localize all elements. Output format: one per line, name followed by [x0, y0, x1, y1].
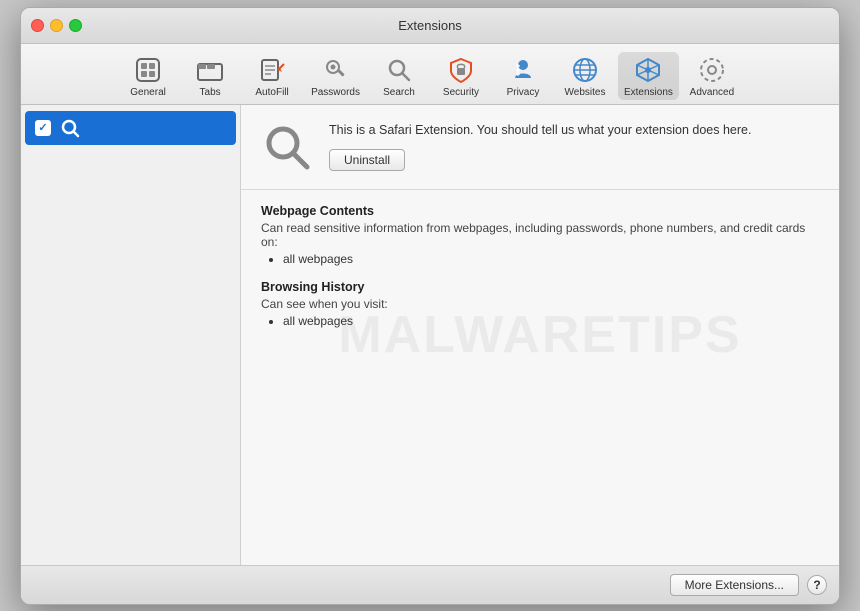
toolbar: General Tabs	[21, 44, 839, 105]
sidebar: ✓	[21, 105, 241, 565]
extension-header: This is a Safari Extension. You should t…	[241, 105, 839, 190]
close-button[interactable]	[31, 19, 44, 32]
permission-webpage-item: all webpages	[283, 252, 819, 266]
permission-history-list: all webpages	[261, 314, 819, 328]
extensions-icon	[632, 54, 664, 86]
extension-enabled-checkbox[interactable]: ✓	[35, 120, 51, 136]
websites-label: Websites	[565, 87, 606, 98]
toolbar-websites[interactable]: Websites	[556, 52, 614, 100]
passwords-label: Passwords	[311, 87, 360, 98]
toolbar-passwords[interactable]: Passwords	[305, 52, 366, 100]
titlebar: Extensions	[21, 8, 839, 44]
permission-history-title: Browsing History	[261, 280, 819, 294]
traffic-lights	[31, 19, 82, 32]
security-icon	[445, 54, 477, 86]
toolbar-security[interactable]: Security	[432, 52, 490, 100]
toolbar-items: General Tabs	[21, 52, 839, 100]
toolbar-tabs[interactable]: Tabs	[181, 52, 239, 100]
toolbar-search[interactable]: Search	[370, 52, 428, 100]
minimize-button[interactable]	[50, 19, 63, 32]
permission-webpage-list: all webpages	[261, 252, 819, 266]
maximize-button[interactable]	[69, 19, 82, 32]
permission-webpage-desc: Can read sensitive information from webp…	[261, 221, 819, 249]
toolbar-advanced[interactable]: Advanced	[683, 52, 741, 100]
toolbar-extensions[interactable]: Extensions	[618, 52, 679, 100]
window-title: Extensions	[398, 18, 462, 33]
extension-permissions: Webpage Contents Can read sensitive info…	[241, 190, 839, 356]
search-icon-toolbar	[383, 54, 415, 86]
autofill-label: AutoFill	[255, 87, 288, 98]
general-icon	[132, 54, 164, 86]
permission-history-item: all webpages	[283, 314, 819, 328]
extension-large-icon	[261, 121, 313, 173]
sidebar-item-search-ext[interactable]: ✓	[25, 111, 236, 145]
content-area: ✓ MALWARETIPS	[21, 105, 839, 565]
advanced-icon	[696, 54, 728, 86]
help-button[interactable]: ?	[807, 575, 827, 595]
tabs-icon	[194, 54, 226, 86]
main-content: MALWARETIPS This is a Safari Extension. …	[241, 105, 839, 565]
extension-info: This is a Safari Extension. You should t…	[329, 122, 819, 172]
more-extensions-button[interactable]: More Extensions...	[670, 574, 799, 596]
footer: More Extensions... ?	[21, 565, 839, 604]
websites-icon	[569, 54, 601, 86]
advanced-label: Advanced	[690, 87, 734, 98]
privacy-icon	[507, 54, 539, 86]
checkmark-icon: ✓	[38, 121, 47, 134]
extension-description: This is a Safari Extension. You should t…	[329, 122, 819, 140]
general-label: General	[130, 87, 166, 98]
permission-webpage-contents: Webpage Contents Can read sensitive info…	[261, 204, 819, 266]
extensions-label: Extensions	[624, 87, 673, 98]
tabs-label: Tabs	[200, 87, 221, 98]
toolbar-autofill[interactable]: AutoFill	[243, 52, 301, 100]
uninstall-button[interactable]: Uninstall	[329, 149, 405, 171]
permission-history-desc: Can see when you visit:	[261, 297, 819, 311]
passwords-icon	[320, 54, 352, 86]
search-label: Search	[383, 87, 415, 98]
extension-icon	[59, 117, 81, 139]
toolbar-general[interactable]: General	[119, 52, 177, 100]
safari-preferences-window: Extensions General	[20, 7, 840, 605]
permission-webpage-title: Webpage Contents	[261, 204, 819, 218]
privacy-label: Privacy	[507, 87, 540, 98]
security-label: Security	[443, 87, 479, 98]
permission-browsing-history: Browsing History Can see when you visit:…	[261, 280, 819, 328]
toolbar-privacy[interactable]: Privacy	[494, 52, 552, 100]
autofill-icon	[256, 54, 288, 86]
